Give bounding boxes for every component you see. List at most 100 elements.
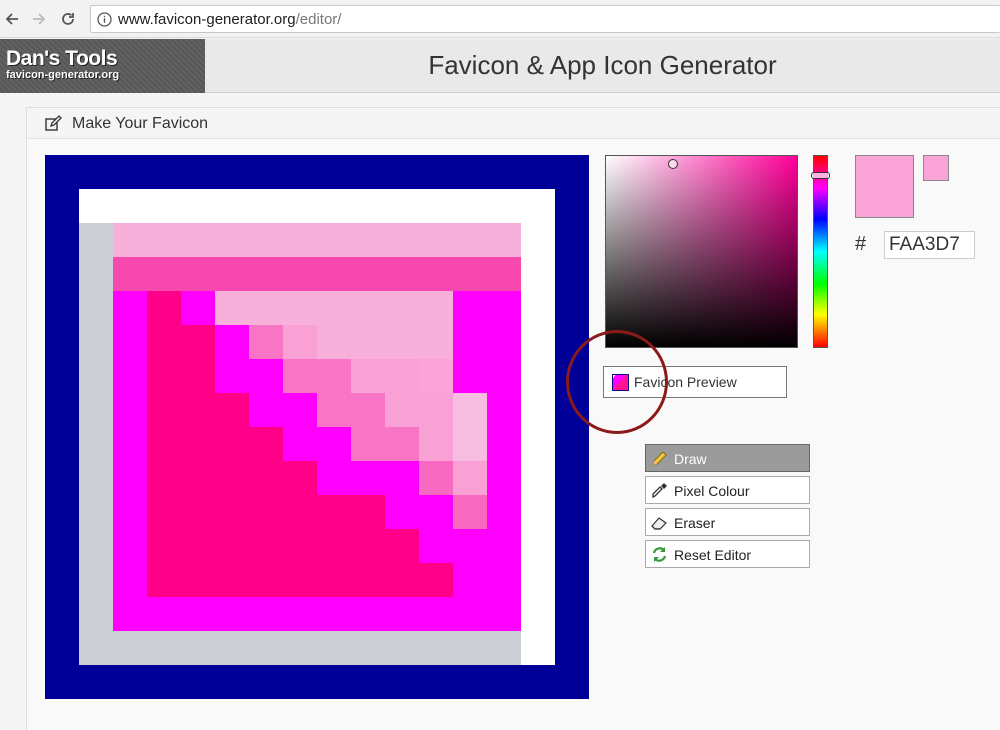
editor-pixel[interactable] [215,597,249,631]
editor-pixel[interactable] [215,325,249,359]
editor-pixel[interactable] [45,155,79,189]
editor-pixel[interactable] [45,461,79,495]
editor-pixel[interactable] [45,359,79,393]
editor-pixel[interactable] [521,631,555,665]
editor-pixel[interactable] [147,427,181,461]
editor-pixel[interactable] [45,257,79,291]
editor-pixel[interactable] [453,461,487,495]
editor-pixel[interactable] [419,631,453,665]
editor-pixel[interactable] [147,359,181,393]
editor-pixel[interactable] [249,461,283,495]
editor-pixel[interactable] [283,359,317,393]
editor-pixel[interactable] [487,257,521,291]
editor-pixel[interactable] [283,563,317,597]
editor-pixel[interactable] [419,495,453,529]
editor-pixel[interactable] [181,325,215,359]
editor-pixel[interactable] [555,563,589,597]
editor-pixel[interactable] [113,155,147,189]
editor-pixel[interactable] [521,393,555,427]
editor-pixel[interactable] [113,495,147,529]
editor-pixel[interactable] [487,155,521,189]
editor-pixel[interactable] [215,495,249,529]
editor-pixel[interactable] [181,563,215,597]
editor-pixel[interactable] [283,223,317,257]
forward-arrow-icon[interactable] [29,9,49,29]
editor-pixel[interactable] [147,665,181,699]
editor-pixel[interactable] [79,427,113,461]
previous-color-swatch[interactable] [923,155,949,181]
editor-pixel[interactable] [453,359,487,393]
editor-pixel[interactable] [113,257,147,291]
editor-pixel[interactable] [555,257,589,291]
editor-pixel[interactable] [79,223,113,257]
editor-pixel[interactable] [113,223,147,257]
editor-pixel[interactable] [215,461,249,495]
editor-pixel[interactable] [453,529,487,563]
editor-pixel[interactable] [351,325,385,359]
editor-pixel[interactable] [555,495,589,529]
editor-pixel[interactable] [249,325,283,359]
editor-pixel[interactable] [351,461,385,495]
editor-pixel[interactable] [521,189,555,223]
editor-pixel[interactable] [385,359,419,393]
editor-pixel[interactable] [317,291,351,325]
editor-pixel[interactable] [249,529,283,563]
editor-pixel[interactable] [555,359,589,393]
editor-pixel[interactable] [317,223,351,257]
editor-pixel[interactable] [181,291,215,325]
editor-pixel[interactable] [45,563,79,597]
editor-pixel[interactable] [147,597,181,631]
editor-pixel[interactable] [283,597,317,631]
editor-pixel[interactable] [113,631,147,665]
hue-slider-handle[interactable] [811,172,830,179]
editor-pixel[interactable] [317,359,351,393]
saturation-value-handle[interactable] [668,159,678,169]
editor-pixel[interactable] [113,393,147,427]
editor-pixel[interactable] [147,155,181,189]
editor-pixel[interactable] [487,325,521,359]
site-logo[interactable]: Dan's Tools favicon-generator.org [0,39,205,93]
editor-pixel[interactable] [419,529,453,563]
editor-pixel[interactable] [45,665,79,699]
editor-pixel[interactable] [181,495,215,529]
editor-pixel[interactable] [45,529,79,563]
editor-pixel[interactable] [419,223,453,257]
editor-pixel[interactable] [79,393,113,427]
editor-pixel[interactable] [181,529,215,563]
editor-pixel[interactable] [555,189,589,223]
editor-pixel[interactable] [385,189,419,223]
editor-pixel[interactable] [351,529,385,563]
editor-pixel[interactable] [351,597,385,631]
editor-pixel[interactable] [147,495,181,529]
eraser-button[interactable]: Eraser [645,508,810,536]
editor-pixel[interactable] [215,291,249,325]
editor-pixel[interactable] [453,155,487,189]
editor-pixel[interactable] [419,427,453,461]
editor-pixel[interactable] [385,631,419,665]
editor-pixel[interactable] [487,393,521,427]
editor-pixel[interactable] [317,665,351,699]
editor-pixel[interactable] [215,189,249,223]
editor-pixel[interactable] [249,495,283,529]
editor-pixel[interactable] [317,495,351,529]
editor-pixel[interactable] [113,189,147,223]
editor-pixel[interactable] [181,393,215,427]
editor-pixel[interactable] [113,291,147,325]
editor-pixel[interactable] [487,631,521,665]
editor-pixel[interactable] [487,563,521,597]
editor-pixel[interactable] [79,495,113,529]
editor-pixel[interactable] [283,427,317,461]
editor-pixel[interactable] [419,155,453,189]
editor-pixel[interactable] [249,291,283,325]
editor-pixel[interactable] [385,427,419,461]
editor-pixel[interactable] [351,359,385,393]
editor-pixel[interactable] [453,563,487,597]
editor-pixel[interactable] [215,665,249,699]
editor-pixel[interactable] [215,359,249,393]
editor-pixel[interactable] [351,291,385,325]
editor-pixel[interactable] [419,393,453,427]
editor-pixel[interactable] [45,427,79,461]
editor-pixel[interactable] [317,563,351,597]
editor-pixel[interactable] [453,393,487,427]
editor-pixel[interactable] [317,631,351,665]
